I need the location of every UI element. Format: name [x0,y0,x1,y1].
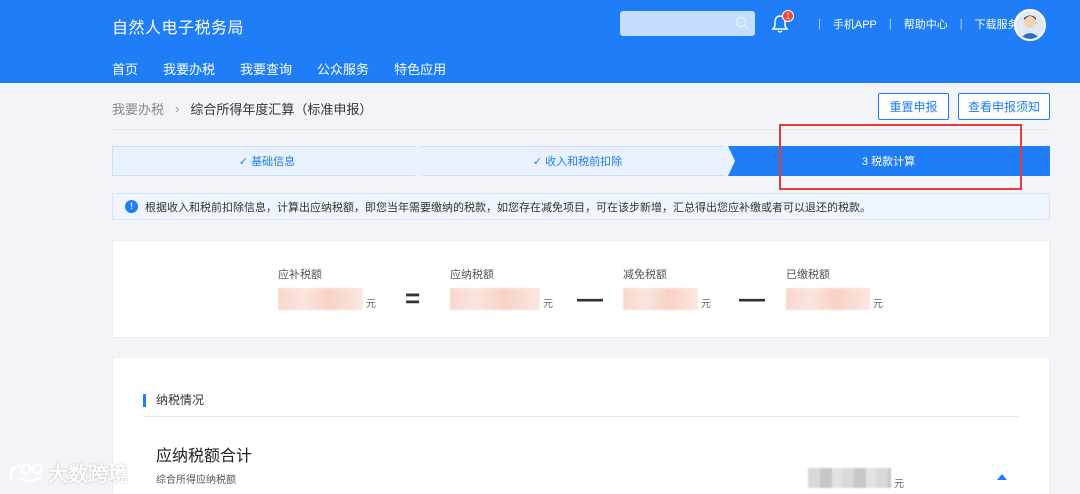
top-header: 自然人电子税务局 1 | 手机APP | 帮助中心 | 下载服务 首页 我要办税… [0,0,1080,83]
header-links: | 手机APP | 帮助中心 | 下载服务 [806,16,1019,32]
info-icon: ! [125,200,138,213]
step-basic-info[interactable]: ✓ 基础信息 [112,146,422,176]
nav-home[interactable]: 首页 [112,59,138,78]
collapse-caret-icon[interactable] [997,474,1007,480]
unit-label: 元 [873,299,883,310]
reset-declaration-button[interactable]: 重置申报 [878,93,949,120]
redacted-value [808,468,891,488]
minus-operator: — [739,283,765,313]
nav-special-app[interactable]: 特色应用 [394,59,446,78]
redacted-value [623,288,698,310]
notification-badge: 1 [782,10,794,22]
info-text: 根据收入和税前扣除信息，计算出应纳税额，即您当年需要缴纳的税款，如您存在减免项目… [145,201,871,214]
user-icon [1016,11,1044,39]
main-nav: 首页 我要办税 我要查询 公众服务 特色应用 [112,59,471,78]
unit-label: 元 [543,299,553,310]
section-title: 纳税情况 [143,394,204,407]
avatar[interactable] [1014,9,1046,41]
breadcrumb-current: 综合所得年度汇算（标准申报） [190,102,373,117]
divider [143,416,1019,417]
download-service-link[interactable]: 下载服务 [975,16,1019,32]
watermark-logo-icon [9,462,43,482]
site-brand[interactable]: 自然人电子税务局 [112,14,244,38]
breadcrumb: 我要办税 › 综合所得年度汇算（标准申报） [112,99,372,118]
comprehensive-income-label: 综合所得应纳税额 [156,475,236,486]
nav-public-service[interactable]: 公众服务 [317,59,369,78]
total-payable-title: 应纳税额合计 [156,448,253,465]
tax-due-label: 应补税额 [278,269,322,281]
step-chevron [724,146,735,176]
highlight-box [779,124,1022,190]
tax-formula-card: 应补税额 元 = 应纳税额 元 — 减免税额 元 — 已缴税额 元 [112,240,1050,338]
watermark: 大数跨境 [8,458,128,487]
tax-situation-card: 纳税情况 应纳税额合计 综合所得应纳税额 元 [112,357,1050,494]
equals-operator: = [405,283,421,313]
view-notice-button[interactable]: 查看申报须知 [958,93,1050,120]
chevron-right-icon: › [175,101,180,116]
separator: | [959,18,963,30]
nav-query[interactable]: 我要查询 [240,59,292,78]
unit-label: 元 [894,479,904,490]
payable-tax-item: 应纳税额 元 [450,266,553,310]
paid-tax-item: 已缴税额 元 [786,266,883,310]
nav-handle-tax[interactable]: 我要办税 [163,59,215,78]
mobile-app-link[interactable]: 手机APP [833,16,877,32]
tax-due-item: 应补税额 元 [278,266,376,310]
separator: | [818,18,821,30]
search-input[interactable] [620,11,755,36]
redacted-value [786,288,870,310]
unit-label: 元 [366,299,376,310]
paid-tax-label: 已缴税额 [786,269,830,281]
redacted-value [450,288,540,310]
unit-label: 元 [701,299,711,310]
watermark-text: 大数跨境 [48,464,128,486]
reduction-tax-item: 减免税额 元 [623,266,711,310]
search-icon[interactable] [735,16,749,30]
redacted-value [278,288,363,310]
help-center-link[interactable]: 帮助中心 [904,16,948,32]
reduction-tax-label: 减免税额 [623,269,667,281]
breadcrumb-parent[interactable]: 我要办税 [112,99,164,118]
step-income-deduction[interactable]: ✓ 收入和税前扣除 [422,146,734,176]
minus-operator: — [577,283,603,313]
separator: | [888,18,892,30]
payable-tax-label: 应纳税额 [450,269,494,281]
info-notice: ! 根据收入和税前扣除信息，计算出应纳税额，即您当年需要缴纳的税款，如您存在减免… [112,193,1050,220]
